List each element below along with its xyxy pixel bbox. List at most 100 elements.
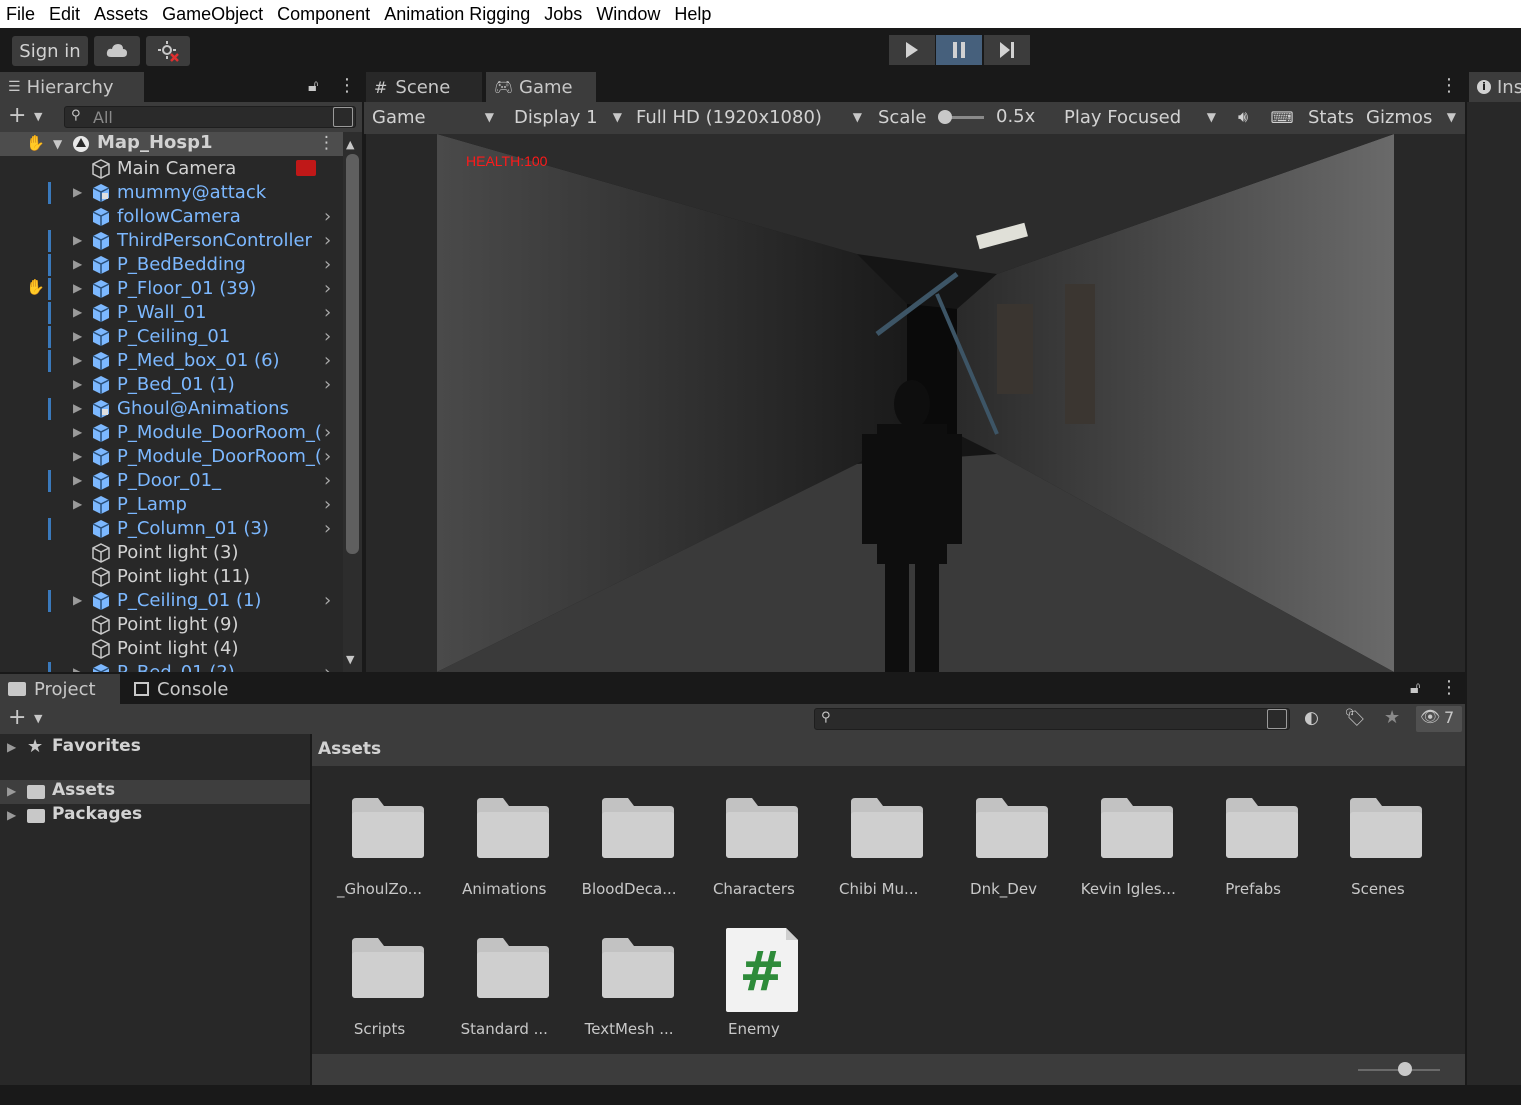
hierarchy-item[interactable]: ▶ P_Med_box_01 (6) › <box>0 348 343 372</box>
expand-arrow-icon[interactable]: ▶ <box>73 281 82 295</box>
favorites-row[interactable]: ▶ ★ Favorites <box>0 736 310 760</box>
chevron-right-icon[interactable]: › <box>324 422 331 443</box>
hierarchy-item[interactable]: ▶ P_Bed_01 (2) › <box>0 660 343 672</box>
chevron-right-icon[interactable]: › <box>324 302 331 323</box>
hierarchy-scrollbar[interactable]: ▲ ▼ <box>343 132 362 672</box>
expand-arrow-icon[interactable]: ▶ <box>73 257 82 271</box>
chevron-right-icon[interactable]: › <box>324 590 331 611</box>
chevron-right-icon[interactable]: › <box>324 518 331 539</box>
hierarchy-item[interactable]: ▶ P_BedBedding › <box>0 252 343 276</box>
chevron-right-icon[interactable]: › <box>324 278 331 299</box>
favorite-star-icon[interactable]: ★ <box>1384 707 1400 728</box>
expand-arrow-icon[interactable]: ▶ <box>73 353 82 367</box>
expand-arrow-icon[interactable]: ▶ <box>73 233 82 247</box>
expand-arrow-icon[interactable]: ▼ <box>53 137 62 151</box>
expand-arrow-icon[interactable]: ▶ <box>73 377 82 391</box>
asset-folder[interactable]: Animations <box>442 798 562 908</box>
hierarchy-item[interactable]: ▶ P_Ceiling_01 (1) › <box>0 588 343 612</box>
menu-item-gameobject[interactable]: GameObject <box>162 4 263 25</box>
asset-folder[interactable]: Characters <box>691 798 811 908</box>
hierarchy-item[interactable]: Point light (4) <box>0 636 343 660</box>
zoom-knob[interactable] <box>1398 1062 1412 1076</box>
play-button[interactable] <box>889 35 935 65</box>
hierarchy-item[interactable]: ▶ ThirdPersonController › <box>0 228 343 252</box>
visibility-toggle-icon[interactable]: ✋ <box>26 134 45 152</box>
hierarchy-item[interactable]: Main Camera <box>0 156 343 180</box>
hierarchy-item[interactable]: ▶ P_Lamp › <box>0 492 343 516</box>
project-search-field[interactable]: ⚲ <box>814 708 1290 730</box>
view-menu-icon[interactable]: ⋮ <box>1440 75 1458 96</box>
asset-folder[interactable]: _GhoulZo... <box>317 798 437 908</box>
more-menu-icon[interactable]: ⋮ <box>338 75 356 96</box>
breadcrumb-assets[interactable]: Assets <box>318 739 381 759</box>
hierarchy-item[interactable]: ▶ P_Door_01_ › <box>0 468 343 492</box>
scene-menu-icon[interactable]: ⋮ <box>318 133 335 153</box>
scroll-down-icon[interactable]: ▼ <box>346 653 354 666</box>
search-by-type-icon[interactable]: ◐ <box>1304 708 1319 728</box>
hierarchy-item[interactable]: P_Column_01 (3) › <box>0 516 343 540</box>
chevron-right-icon[interactable]: › <box>324 254 331 275</box>
tab-game[interactable]: 🎮︎ Game <box>486 72 596 102</box>
chevron-down-icon[interactable]: ▼ <box>34 712 42 725</box>
menu-item-jobs[interactable]: Jobs <box>544 4 582 25</box>
chevron-down-icon[interactable]: ▼ <box>34 110 42 123</box>
menu-item-help[interactable]: Help <box>674 4 711 25</box>
menu-item-window[interactable]: Window <box>596 4 660 25</box>
asset-folder[interactable]: TextMesh ... <box>567 938 687 1048</box>
asset-folder[interactable]: Chibi Mu... <box>816 798 936 908</box>
lock-icon[interactable]: 🔓︎ <box>1410 678 1420 698</box>
collab-button[interactable] <box>146 36 190 66</box>
asset-folder[interactable]: Scenes <box>1315 798 1435 908</box>
lock-icon[interactable]: 🔓︎ <box>308 76 318 96</box>
mute-audio-button[interactable]: 🔊︎ <box>1226 102 1260 132</box>
stats-button[interactable]: Stats <box>1302 102 1358 132</box>
chevron-right-icon[interactable]: › <box>324 494 331 515</box>
game-viewport[interactable]: HEALTH:100 <box>366 134 1465 672</box>
hierarchy-item[interactable]: ▶ P_Module_DoorRoom_(› <box>0 420 343 444</box>
add-icon[interactable]: + <box>8 705 26 730</box>
tab-scene[interactable]: # Scene <box>366 72 482 102</box>
expand-arrow-icon[interactable]: ▶ <box>73 665 82 672</box>
scale-knob[interactable] <box>938 110 952 124</box>
hierarchy-item[interactable]: ▶ mummy@attack <box>0 180 343 204</box>
tab-hierarchy[interactable]: ☰ Hierarchy <box>0 72 144 102</box>
menu-item-assets[interactable]: Assets <box>94 4 148 25</box>
tab-project[interactable]: Project <box>0 674 120 704</box>
expand-arrow-icon[interactable]: ▶ <box>73 305 82 319</box>
chevron-right-icon[interactable]: › <box>324 326 331 347</box>
hierarchy-item[interactable]: ▶ P_Bed_01 (1) › <box>0 372 343 396</box>
game-dropdown[interactable]: Game ▼ <box>366 102 500 132</box>
hierarchy-item[interactable]: Point light (9) <box>0 612 343 636</box>
asset-script[interactable]: # Enemy <box>691 928 811 1048</box>
search-options-icon[interactable] <box>1267 709 1287 729</box>
scroll-up-icon[interactable]: ▲ <box>346 138 354 151</box>
more-menu-icon[interactable]: ⋮ <box>1440 677 1458 698</box>
search-field[interactable]: ⚲ All <box>64 106 356 128</box>
search-options-icon[interactable] <box>333 107 353 127</box>
tab-inspector[interactable]: i Ins <box>1469 72 1521 102</box>
hierarchy-item[interactable]: ▶ Ghoul@Animations <box>0 396 343 420</box>
play-mode-dropdown[interactable]: Play Focused ▼ <box>1058 102 1222 132</box>
menu-item-file[interactable]: File <box>6 4 35 25</box>
chevron-right-icon[interactable]: › <box>324 470 331 491</box>
cloud-button[interactable] <box>94 36 140 66</box>
expand-arrow-icon[interactable]: ▶ <box>73 497 82 511</box>
add-icon[interactable]: + <box>8 103 26 128</box>
asset-folder[interactable]: Prefabs <box>1191 798 1311 908</box>
sign-in-button[interactable]: Sign in <box>12 36 88 66</box>
display-dropdown[interactable]: Display 1 ▼ <box>508 102 628 132</box>
scene-row[interactable]: ✋ ▼ Map_Hosp1 ⋮ <box>0 132 343 156</box>
hierarchy-item[interactable]: ▶ P_Ceiling_01 › <box>0 324 343 348</box>
pause-button[interactable] <box>936 35 982 65</box>
step-button[interactable] <box>984 35 1030 65</box>
scroll-thumb[interactable] <box>346 154 359 554</box>
tree-item-packages[interactable]: ▶ Packages <box>0 804 310 828</box>
hierarchy-item[interactable]: Point light (11) <box>0 564 343 588</box>
hierarchy-item[interactable]: ▶ P_Module_DoorRoom_(› <box>0 444 343 468</box>
asset-folder[interactable]: Kevin Igles... <box>1066 798 1186 908</box>
tab-console[interactable]: Console <box>126 674 256 704</box>
chevron-right-icon[interactable]: › <box>324 230 331 251</box>
hierarchy-item[interactable]: ▶ P_Floor_01 (39) › <box>0 276 343 300</box>
hierarchy-item[interactable]: ▶ P_Wall_01 › <box>0 300 343 324</box>
asset-folder[interactable]: BloodDeca... <box>567 798 687 908</box>
